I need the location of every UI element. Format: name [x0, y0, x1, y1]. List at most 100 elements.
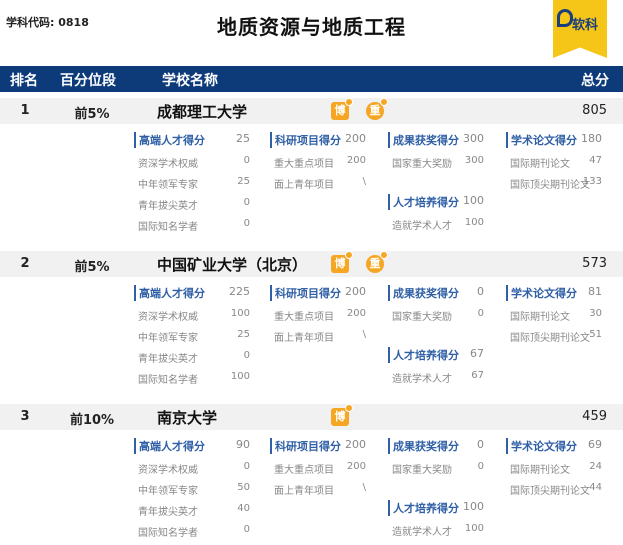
paper-item-value: 51	[589, 329, 602, 340]
training-label: 人才培养得分	[393, 502, 459, 515]
research-group: 科研项目得分 200	[270, 438, 366, 454]
table-row[interactable]: 3 前10% 南京大学 459 博	[0, 404, 623, 430]
table-row[interactable]: 2 前5% 中国矿业大学（北京） 573 博 重	[0, 251, 623, 277]
rank: 2	[20, 256, 30, 271]
training-score: 100	[463, 194, 484, 207]
training-group: 人才培养得分 100	[388, 500, 484, 516]
training-label: 人才培养得分	[393, 196, 459, 209]
talent-label: 高端人才得分	[139, 134, 205, 147]
training-item-label: 造就学术人才	[392, 221, 452, 232]
logo-r-icon	[557, 9, 573, 27]
paper-item-label: 国际期刊论文	[510, 312, 570, 323]
talent-label: 高端人才得分	[139, 440, 205, 453]
research-item-label: 面上青年项目	[274, 333, 334, 344]
paper-label: 学术论文得分	[511, 287, 577, 300]
paper-group: 学术论文得分 81	[506, 285, 602, 301]
paper-score: 69	[588, 438, 602, 451]
talent-item-label: 青年拔尖英才	[138, 354, 198, 365]
paper-label: 学术论文得分	[511, 440, 577, 453]
research-item-value: \	[362, 329, 366, 340]
talent-score: 225	[229, 285, 250, 298]
training-score: 100	[463, 500, 484, 513]
talent-group: 高端人才得分 90	[134, 438, 250, 454]
rank: 1	[20, 103, 30, 118]
talent-item-label: 国际知名学者	[138, 222, 198, 233]
talent-item-value: 25	[237, 176, 250, 187]
percentile: 前5%	[74, 107, 110, 122]
key-discipline-badge-icon: 重	[366, 98, 388, 120]
research-group: 科研项目得分 200	[270, 285, 366, 301]
ruanke-logo: 软科	[553, 0, 607, 58]
award-label: 成果获奖得分	[393, 134, 459, 147]
table-row[interactable]: 1 前5% 成都理工大学 805 博 重	[0, 98, 623, 124]
percentile: 前5%	[74, 260, 110, 275]
talent-item-value: 0	[243, 524, 250, 535]
total-score: 805	[582, 103, 607, 118]
badge-label: 博	[334, 257, 346, 270]
training-score: 67	[470, 347, 484, 360]
page-header: 学科代码: 0818 地质资源与地质工程 软科	[0, 0, 623, 66]
school-name[interactable]: 中国矿业大学（北京）	[157, 254, 307, 275]
award-group: 成果获奖得分 300	[388, 132, 484, 148]
award-score: 0	[477, 438, 484, 451]
paper-label: 学术论文得分	[511, 134, 577, 147]
training-item-value: 100	[464, 523, 484, 534]
award-label: 成果获奖得分	[393, 440, 459, 453]
total-score: 459	[582, 409, 607, 424]
research-item-value: \	[362, 482, 366, 493]
talent-item-label: 资深学术权威	[138, 312, 198, 323]
talent-item-label: 国际知名学者	[138, 375, 198, 386]
column-percentile: 百分位段	[60, 73, 116, 89]
percentile: 前10%	[69, 413, 115, 428]
talent-item-value: 0	[243, 350, 250, 361]
paper-item-value: 44	[589, 482, 602, 493]
award-item-value: 300	[464, 155, 484, 166]
talent-item-label: 国际知名学者	[138, 528, 198, 539]
score-breakdown: 高端人才得分 25 资深学术权威 0 中年领军专家 25 青年拔尖英才 0 国际知名学者 0 科研项…	[134, 132, 614, 244]
award-item-label: 国家重大奖励	[392, 465, 452, 476]
page-title: 地质资源与地质工程	[217, 15, 406, 39]
research-item-value: 200	[346, 155, 366, 166]
award-label: 成果获奖得分	[393, 287, 459, 300]
school-name[interactable]: 成都理工大学	[157, 101, 247, 122]
talent-score: 25	[236, 132, 250, 145]
column-rank: 排名	[10, 73, 38, 89]
paper-item-value: 133	[582, 176, 602, 187]
school-name[interactable]: 南京大学	[157, 407, 217, 428]
talent-item-value: 40	[237, 503, 250, 514]
research-score: 200	[345, 132, 366, 145]
training-item-value: 100	[464, 217, 484, 228]
talent-item-value: 0	[243, 218, 250, 229]
research-label: 科研项目得分	[275, 134, 341, 147]
doctoral-badge-icon: 博	[331, 251, 353, 273]
talent-group: 高端人才得分 25	[134, 132, 250, 148]
paper-item-label: 国际期刊论文	[510, 465, 570, 476]
talent-item-label: 中年领军专家	[138, 486, 198, 497]
research-item-label: 面上青年项目	[274, 180, 334, 191]
research-item-label: 重大重点项目	[274, 312, 334, 323]
key-discipline-badge-icon: 重	[366, 251, 388, 273]
talent-item-value: 0	[243, 197, 250, 208]
talent-item-label: 中年领军专家	[138, 333, 198, 344]
talent-item-value: 0	[243, 155, 250, 166]
award-score: 0	[477, 285, 484, 298]
award-score: 300	[463, 132, 484, 145]
training-label: 人才培养得分	[393, 349, 459, 362]
table-header: 排名 百分位段 学校名称 总分	[0, 66, 623, 92]
research-label: 科研项目得分	[275, 287, 341, 300]
talent-label: 高端人才得分	[139, 287, 205, 300]
badge-label: 重	[369, 104, 381, 117]
score-breakdown: 高端人才得分 225 资深学术权威 100 中年领军专家 25 青年拔尖英才 0 国际知名学者 1…	[134, 285, 614, 397]
award-group: 成果获奖得分 0	[388, 285, 484, 301]
training-item-label: 造就学术人才	[392, 527, 452, 538]
research-item-value: 200	[346, 461, 366, 472]
talent-item-value: 100	[230, 371, 250, 382]
talent-item-label: 中年领军专家	[138, 180, 198, 191]
paper-item-label: 国际期刊论文	[510, 159, 570, 170]
paper-item-value: 24	[589, 461, 602, 472]
training-item-label: 造就学术人才	[392, 374, 452, 385]
research-group: 科研项目得分 200	[270, 132, 366, 148]
paper-group: 学术论文得分 180	[506, 132, 602, 148]
rank: 3	[20, 409, 30, 424]
award-item-value: 0	[477, 461, 484, 472]
